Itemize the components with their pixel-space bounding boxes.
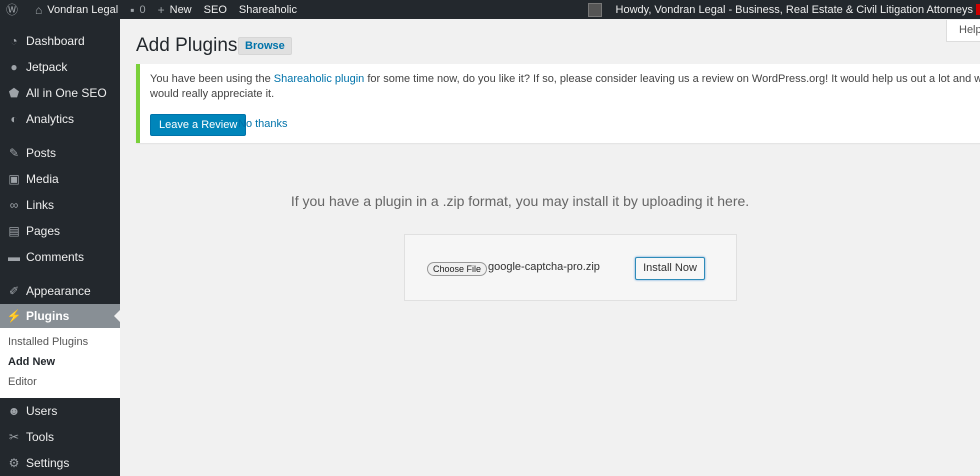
analytics-icon: ◐ <box>10 112 18 126</box>
comment-icon: ▬ <box>8 250 20 264</box>
avatar <box>587 2 602 17</box>
seo-label: SEO <box>203 3 227 16</box>
help-tab[interactable]: Help <box>946 20 980 42</box>
page-title: Add Plugins <box>136 35 238 56</box>
sidebar-item-settings[interactable]: ⚙ Settings <box>0 450 120 476</box>
sidebar-item-label: Posts <box>26 146 57 160</box>
shield-icon: ⬟ <box>8 86 20 100</box>
plugins-submenu: Installed Plugins Add New Editor <box>0 328 120 398</box>
user-icon: ☻ <box>7 404 21 418</box>
dashboard-icon: ◔ <box>10 34 18 48</box>
sidebar-item-media[interactable]: ▣ Media <box>0 166 120 192</box>
install-now-button[interactable]: Install Now <box>635 257 705 280</box>
comments-count: 0 <box>139 3 146 16</box>
admin-sidebar: ◔ Dashboard ● Jetpack ⬟ All in One SEO ◐ Ana… <box>0 19 120 476</box>
sidebar-item-dashboard[interactable]: ◔ Dashboard <box>0 28 120 54</box>
site-name-label: Vondran Legal <box>47 3 119 16</box>
sidebar-item-posts[interactable]: ✎ Posts <box>0 140 120 166</box>
shareaholic-plugin-link[interactable]: Shareaholic plugin <box>274 73 365 85</box>
sidebar-item-tools[interactable]: ✂ Tools <box>0 424 120 450</box>
link-icon: ∞ <box>9 198 19 212</box>
notice-text-before: You have been using the <box>150 73 274 85</box>
sidebar-item-label: Plugins <box>26 309 70 323</box>
avatar-flag <box>976 4 980 15</box>
sidebar-item-users[interactable]: ☻ Users <box>0 398 120 424</box>
new-label: New <box>169 3 192 16</box>
sidebar-item-analytics[interactable]: ◐ Analytics <box>0 106 120 132</box>
comments-link[interactable]: ▪ 0 <box>124 0 151 19</box>
sidebar-item-jetpack[interactable]: ● Jetpack <box>0 54 120 80</box>
sidebar-item-label: Users <box>26 404 58 418</box>
wordpress-logo-link[interactable]: Ⓦ <box>0 0 29 19</box>
comment-bubble-icon: ▪ <box>130 2 135 17</box>
sidebar-item-all-in-one-seo[interactable]: ⬟ All in One SEO <box>0 80 120 106</box>
sidebar-item-pages[interactable]: ▤ Pages <box>0 218 120 244</box>
howdy-label: Howdy, Vondran Legal - Business, Real Es… <box>615 3 973 16</box>
review-notice: You have been using the Shareaholic plug… <box>136 64 980 143</box>
sidebar-item-label: Comments <box>26 250 85 264</box>
seo-menu-link[interactable]: SEO <box>198 0 233 19</box>
main-content: Add Plugins Browse Help You have been us… <box>120 19 980 476</box>
upload-help-text: If you have a plugin in a .zip format, y… <box>290 193 750 209</box>
sidebar-item-plugins[interactable]: ⚡ Plugins <box>0 304 120 328</box>
notice-text: You have been using the Shareaholic plug… <box>150 72 980 102</box>
plus-icon: + <box>157 2 165 17</box>
leave-review-button[interactable]: Leave a Review <box>150 114 247 136</box>
sidebar-item-label: Media <box>26 172 59 186</box>
sidebar-item-label: Dashboard <box>26 34 85 48</box>
shareaholic-menu-link[interactable]: Shareaholic <box>233 0 303 19</box>
brush-icon: ✐ <box>8 284 20 298</box>
sidebar-item-links[interactable]: ∞ Links <box>0 192 120 218</box>
sidebar-item-label: Analytics <box>26 112 75 126</box>
sidebar-item-label: Jetpack <box>26 60 68 74</box>
sidebar-item-appearance[interactable]: ✐ Appearance <box>0 278 120 304</box>
media-icon: ▣ <box>8 172 20 186</box>
wordpress-logo-icon: Ⓦ <box>6 3 19 17</box>
site-name-link[interactable]: ⌂ Vondran Legal <box>29 0 124 19</box>
wrench-icon: ✂ <box>8 430 20 444</box>
plug-icon: ⚡ <box>6 309 22 323</box>
browse-button[interactable]: Browse <box>238 37 292 55</box>
choose-file-button[interactable]: Choose File <box>427 262 488 276</box>
new-content-link[interactable]: + New <box>152 0 198 19</box>
submenu-item-installed-plugins[interactable]: Installed Plugins <box>0 332 120 352</box>
account-menu[interactable]: Howdy, Vondran Legal - Business, Real Es… <box>587 0 980 19</box>
submenu-item-add-new[interactable]: Add New <box>0 352 120 372</box>
selected-file-name: google-captcha-pro.zip <box>488 261 600 273</box>
menu-separator <box>0 132 120 140</box>
no-thanks-link[interactable]: No thanks <box>238 118 288 130</box>
settings-icon: ⚙ <box>8 456 20 470</box>
home-icon: ⌂ <box>35 2 43 17</box>
sidebar-item-label: Settings <box>26 456 70 470</box>
menu-separator <box>0 270 120 278</box>
sidebar-item-label: Links <box>26 198 55 212</box>
jetpack-icon: ● <box>10 60 18 74</box>
upload-form: Choose File google-captcha-pro.zip Insta… <box>404 234 737 301</box>
pin-icon: ✎ <box>8 146 20 160</box>
sidebar-item-label: Appearance <box>26 284 91 298</box>
sidebar-item-comments[interactable]: ▬ Comments <box>0 244 120 270</box>
sidebar-item-label: Pages <box>26 224 61 238</box>
sidebar-item-label: Tools <box>26 430 55 444</box>
submenu-item-editor[interactable]: Editor <box>0 372 120 392</box>
shareaholic-label: Shareaholic <box>238 3 297 16</box>
page-icon: ▤ <box>8 224 20 238</box>
sidebar-item-label: All in One SEO <box>26 86 107 100</box>
admin-bar: Ⓦ ⌂ Vondran Legal ▪ 0 + New SEO Shareaholic… <box>0 0 980 19</box>
